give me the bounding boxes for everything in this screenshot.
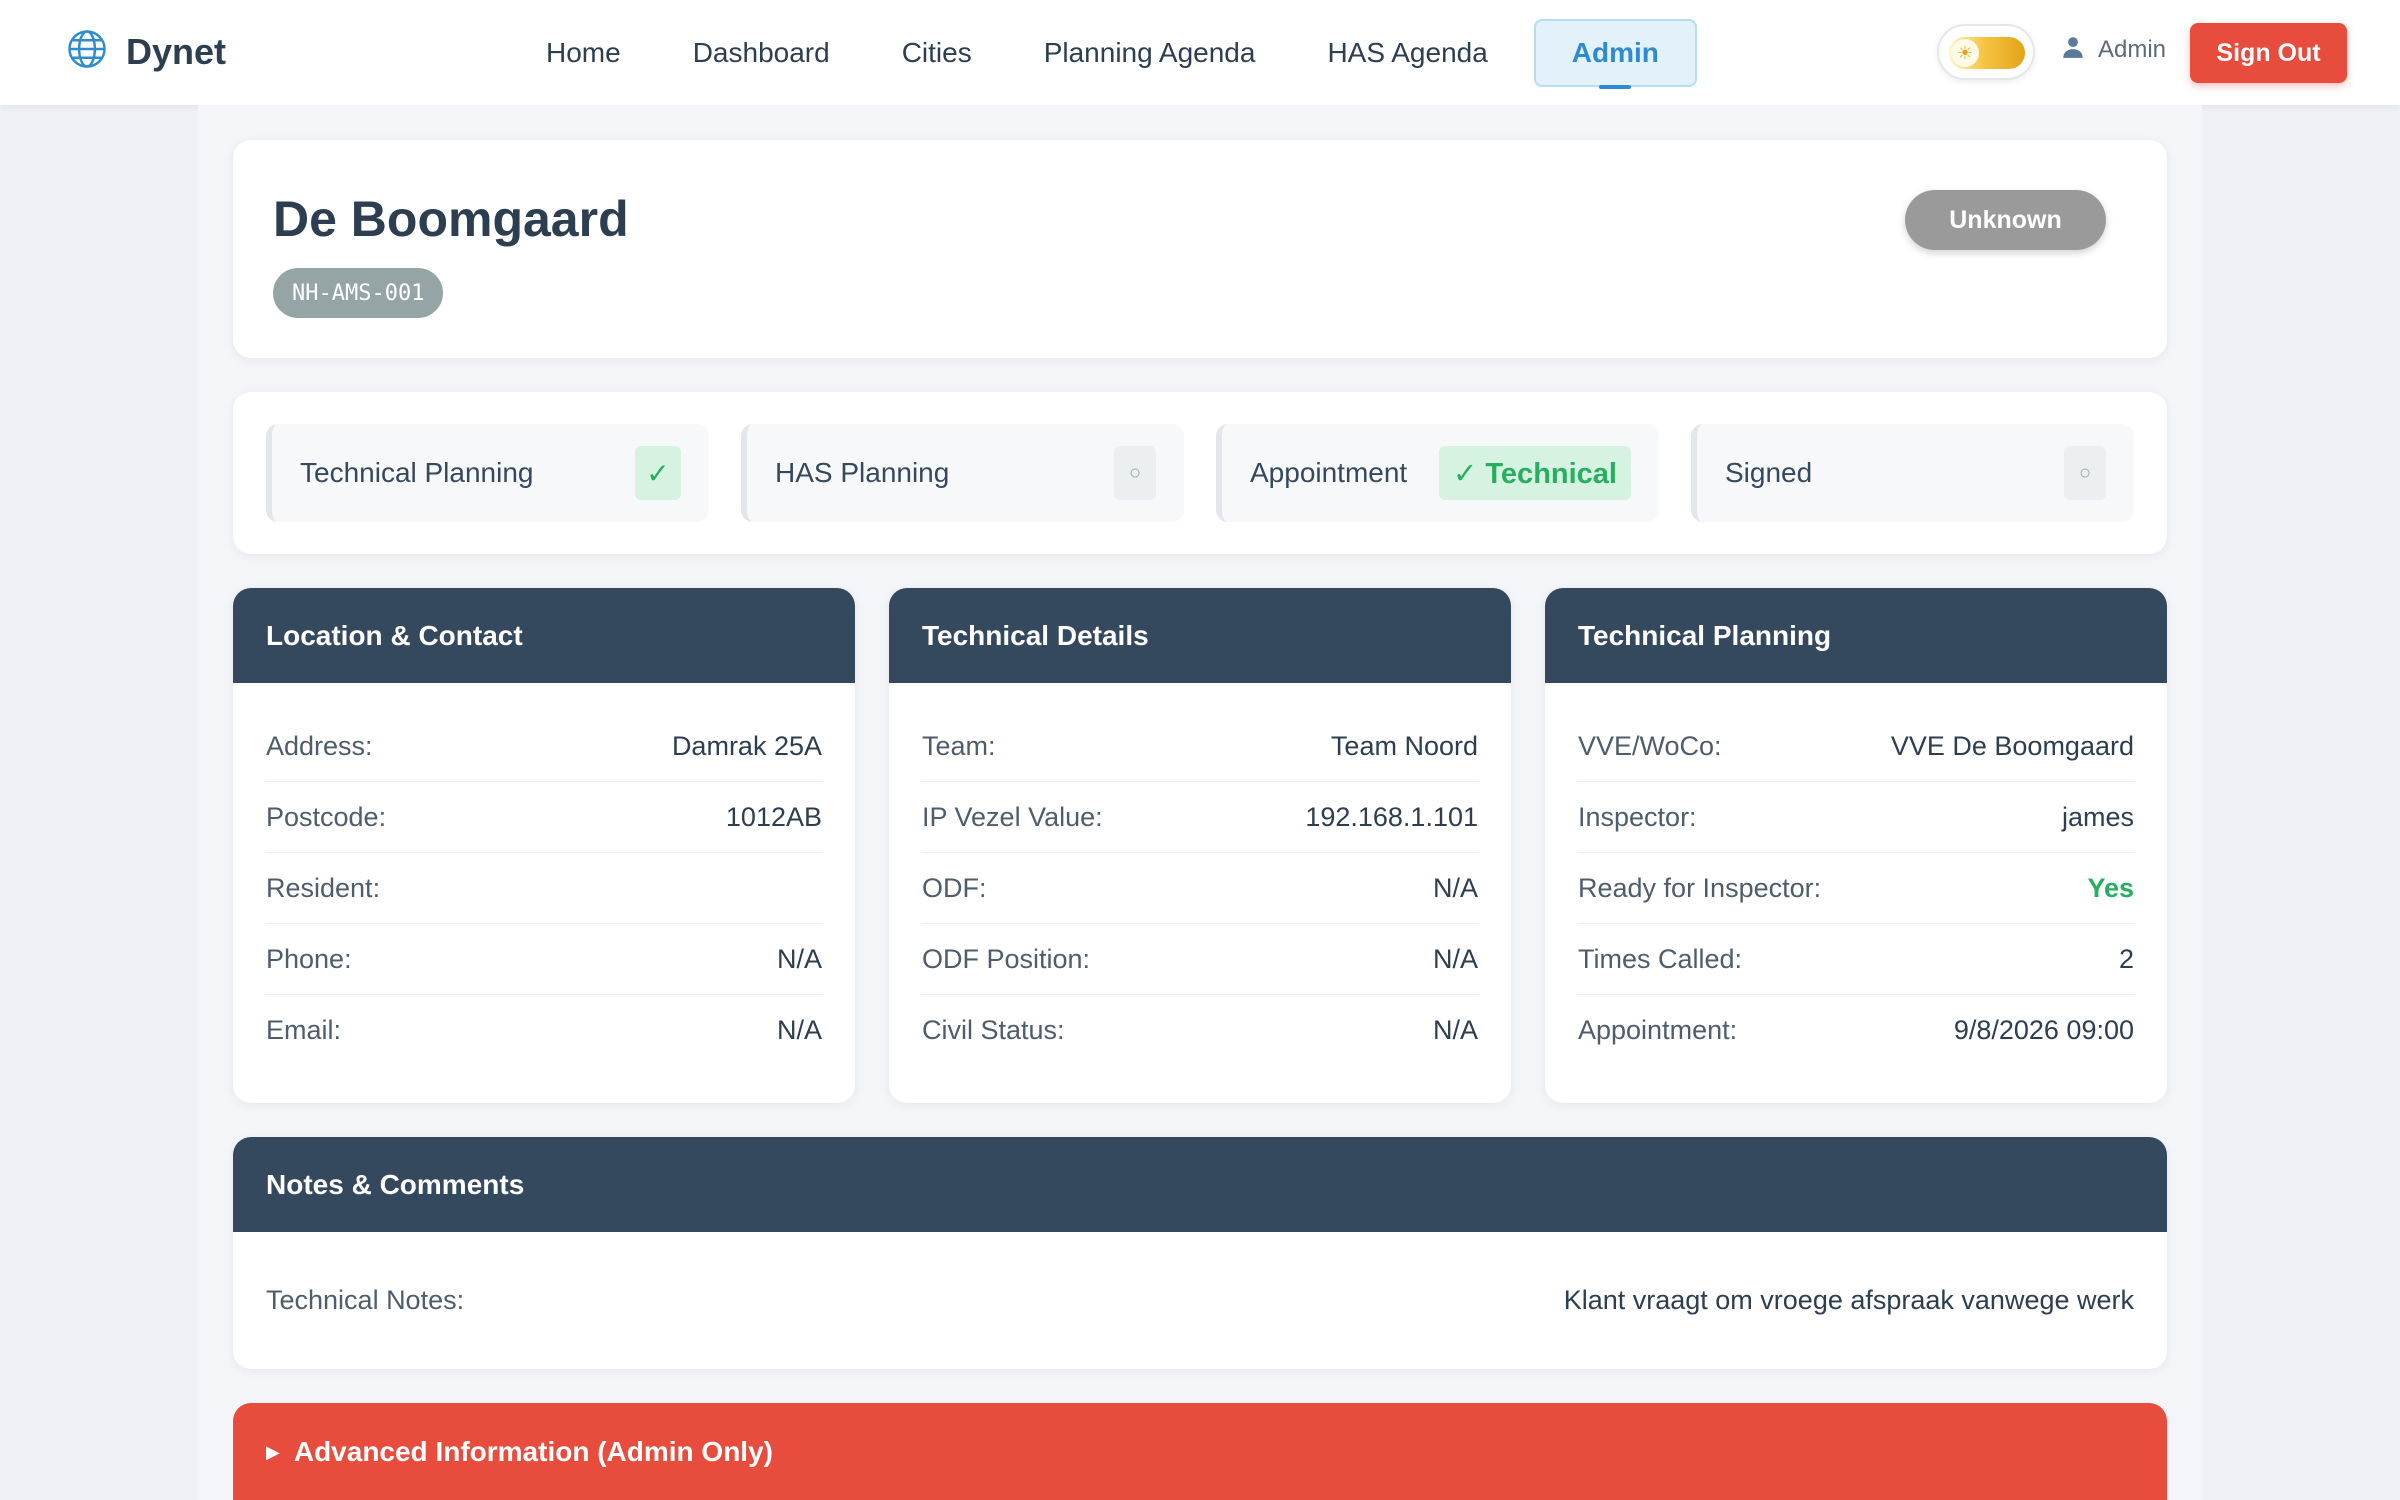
row-value: 2	[2118, 943, 2134, 974]
row-value: 1012AB	[725, 801, 822, 832]
step-label: Signed	[1725, 457, 1813, 488]
step-appointment: Appointment ✓ Technical	[1216, 424, 1659, 522]
row-label: Times Called:	[1578, 943, 1743, 974]
globe-icon	[66, 28, 108, 75]
row-label: Civil Status:	[922, 1015, 1065, 1045]
row-label: Postcode:	[266, 801, 387, 832]
info-row-phone: Phone: N/A	[266, 924, 822, 995]
sign-out-button[interactable]: Sign Out	[2190, 23, 2347, 83]
location-contact-card: Location & Contact Address: Damrak 25A P…	[233, 588, 855, 1103]
step-technical-planning: Technical Planning ✓	[266, 424, 709, 522]
card-title: Technical Planning	[1545, 588, 2167, 683]
toggle-track: ☀	[1949, 37, 2025, 69]
row-label: ODF:	[922, 872, 987, 903]
card-title: Notes & Comments	[233, 1137, 2167, 1232]
row-label: VVE/WoCo:	[1578, 730, 1722, 761]
row-value: 192.168.1.101	[1305, 801, 1478, 832]
top-navbar: Dynet Home Dashboard Cities Planning Age…	[0, 0, 2400, 105]
advanced-info-toggle[interactable]: ▶ Advanced Information (Admin Only)	[233, 1403, 2167, 1500]
appointment-status-badge: ✓ Technical	[1439, 446, 1631, 500]
row-value: N/A	[1432, 1015, 1478, 1045]
notes-label: Technical Notes:	[266, 1285, 465, 1315]
step-label: HAS Planning	[775, 457, 950, 488]
card-title: Technical Details	[889, 588, 1511, 683]
info-row-address: Address: Damrak 25A	[266, 711, 822, 782]
nav-link-dashboard[interactable]: Dashboard	[657, 19, 866, 87]
row-label: Phone:	[266, 943, 352, 974]
nav-link-cities[interactable]: Cities	[866, 19, 1008, 87]
info-row-ready-for-inspector: Ready for Inspector: Yes	[1578, 853, 2134, 924]
row-label: Resident:	[266, 872, 381, 903]
row-label: IP Vezel Value:	[922, 801, 1103, 832]
nav-link-home[interactable]: Home	[510, 19, 657, 87]
info-row-odf: ODF: N/A	[922, 853, 1478, 924]
info-row-appointment: Appointment: 9/8/2026 09:00	[1578, 995, 2134, 1066]
technical-planning-card: Technical Planning VVE/WoCo: VVE De Boom…	[1545, 588, 2167, 1103]
row-value: Damrak 25A	[671, 730, 822, 761]
user-info: Admin	[2060, 34, 2166, 65]
row-label: Ready for Inspector:	[1578, 872, 1822, 903]
info-row-times-called: Times Called: 2	[1578, 924, 2134, 995]
brand[interactable]: Dynet	[66, 28, 226, 75]
row-label: Email:	[266, 1015, 342, 1045]
brand-name: Dynet	[126, 30, 227, 72]
card-title: Location & Contact	[233, 588, 855, 683]
nav-link-has-agenda[interactable]: HAS Agenda	[1291, 19, 1523, 87]
row-label: Team:	[922, 730, 996, 761]
row-value: N/A	[1432, 872, 1478, 903]
info-row-vve-woco: VVE/WoCo: VVE De Boomgaard	[1578, 711, 2134, 782]
nav-link-planning-agenda[interactable]: Planning Agenda	[1008, 19, 1292, 87]
row-label: Inspector:	[1578, 801, 1697, 832]
nav-link-admin[interactable]: Admin	[1533, 19, 1697, 89]
caret-right-icon: ▶	[266, 1442, 280, 1462]
row-value: N/A	[776, 1015, 822, 1045]
info-row-odf-position: ODF Position: N/A	[922, 924, 1478, 995]
row-label: ODF Position:	[922, 943, 1091, 974]
page-title: De Boomgaard	[273, 191, 629, 247]
info-row-team: Team: Team Noord	[922, 711, 1478, 782]
location-code-badge: NH-AMS-001	[273, 268, 444, 318]
sun-icon: ☀	[1951, 39, 1979, 67]
row-value: 9/8/2026 09:00	[1953, 1015, 2134, 1045]
row-value: james	[2061, 801, 2134, 832]
user-icon	[2060, 34, 2086, 65]
pending-circle-icon: ○	[1114, 446, 1156, 500]
row-label: Address:	[266, 730, 373, 761]
location-header-card: De Boomgaard NH-AMS-001 Unknown	[233, 140, 2167, 358]
notes-value: Klant vraagt om vroege afspraak vanwege …	[1563, 1285, 2134, 1315]
info-row-inspector: Inspector: james	[1578, 782, 2134, 853]
info-row-email: Email: N/A	[266, 995, 822, 1066]
row-value: VVE De Boomgaard	[1890, 730, 2134, 761]
theme-toggle[interactable]: ☀	[1937, 24, 2035, 80]
notes-row: Technical Notes: Klant vraagt om vroege …	[233, 1232, 2167, 1369]
nav-links: Home Dashboard Cities Planning Agenda HA…	[510, 18, 1697, 89]
info-row-ip-vezel: IP Vezel Value: 192.168.1.101	[922, 782, 1478, 853]
notes-comments-card: Notes & Comments Technical Notes: Klant …	[233, 1137, 2167, 1369]
step-label: Appointment	[1250, 457, 1408, 488]
row-value: Yes	[2087, 872, 2134, 903]
advanced-info-label: Advanced Information (Admin Only)	[293, 1436, 773, 1467]
progress-steps-card: Technical Planning ✓ HAS Planning ○ Appo…	[233, 392, 2167, 554]
row-label: Appointment:	[1578, 1015, 1738, 1045]
info-row-resident: Resident:	[266, 853, 822, 924]
user-name: Admin	[2098, 35, 2167, 63]
info-row-civil-status: Civil Status: N/A	[922, 995, 1478, 1066]
step-signed: Signed ○	[1691, 424, 2134, 522]
step-label: Technical Planning	[300, 457, 534, 488]
row-value: N/A	[776, 943, 822, 974]
info-row-postcode: Postcode: 1012AB	[266, 782, 822, 853]
pending-circle-icon: ○	[2064, 446, 2106, 500]
technical-details-card: Technical Details Team: Team Noord IP Ve…	[889, 588, 1511, 1103]
status-badge: Unknown	[1905, 190, 2106, 250]
row-value: N/A	[1432, 943, 1478, 974]
check-icon: ✓	[635, 446, 681, 500]
step-has-planning: HAS Planning ○	[741, 424, 1184, 522]
row-value: Team Noord	[1330, 730, 1478, 761]
